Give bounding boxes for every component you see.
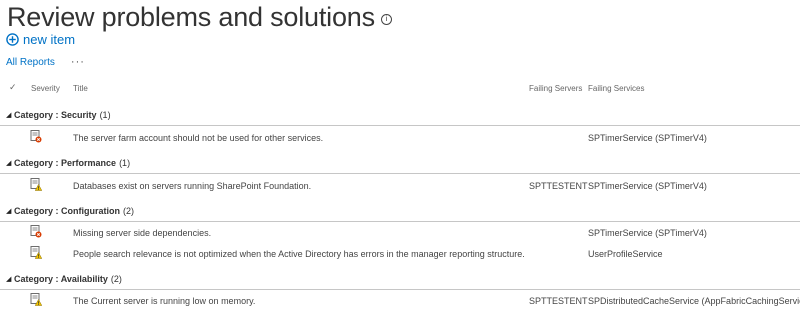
new-item-button[interactable]: new item xyxy=(6,32,75,47)
column-header-failing-servers[interactable]: Failing Servers xyxy=(529,84,582,93)
group-label: Category : Availability (2) xyxy=(14,274,122,284)
row-failing-servers: SPTTESTENT xyxy=(529,296,588,306)
group-label: Category : Configuration (2) xyxy=(14,206,135,216)
group-label: Category : Performance (1) xyxy=(14,158,131,168)
view-selector: All Reports ··· xyxy=(6,56,85,68)
page-title: Review problems and solutions i xyxy=(7,2,392,33)
list-header: ✓ Severity Title Failing Servers Failing… xyxy=(0,81,800,97)
select-all-checkbox[interactable]: ✓ xyxy=(9,82,17,93)
group-header-security[interactable]: ◢ Category : Security (1) xyxy=(0,108,800,126)
row-failing-servers: SPTTESTENT xyxy=(529,181,588,191)
collapse-triangle-icon[interactable]: ◢ xyxy=(6,275,11,283)
row-failing-services: SPDistributedCacheService (AppFabricCach… xyxy=(588,296,800,306)
list-row[interactable]: The server farm account should not be us… xyxy=(0,128,800,148)
row-title[interactable]: The server farm account should not be us… xyxy=(73,133,323,143)
list-row[interactable]: Missing server side dependencies. SPTime… xyxy=(0,223,800,243)
error-icon xyxy=(30,225,42,238)
warning-icon xyxy=(30,246,42,259)
list-row[interactable]: People search relevance is not optimized… xyxy=(0,244,800,264)
list-row[interactable]: The Current server is running low on mem… xyxy=(0,291,800,311)
more-options-icon[interactable]: ··· xyxy=(71,56,85,68)
row-failing-services: SPTimerService (SPTimerV4) xyxy=(588,181,707,191)
page-title-text: Review problems and solutions xyxy=(7,2,375,32)
plus-circle-icon xyxy=(6,33,19,46)
warning-icon xyxy=(30,178,42,191)
collapse-triangle-icon[interactable]: ◢ xyxy=(6,111,11,119)
group-label: Category : Security (1) xyxy=(14,110,111,120)
collapse-triangle-icon[interactable]: ◢ xyxy=(6,159,11,167)
row-title[interactable]: Missing server side dependencies. xyxy=(73,228,211,238)
error-icon xyxy=(30,130,42,143)
row-title[interactable]: Databases exist on servers running Share… xyxy=(73,181,311,191)
group-header-availability[interactable]: ◢ Category : Availability (2) xyxy=(0,272,800,290)
row-title[interactable]: The Current server is running low on mem… xyxy=(73,296,255,306)
row-failing-services: UserProfileService xyxy=(588,249,663,259)
new-item-label: new item xyxy=(23,32,76,47)
row-failing-services: SPTimerService (SPTimerV4) xyxy=(588,133,707,143)
row-title[interactable]: People search relevance is not optimized… xyxy=(73,249,525,259)
column-header-severity[interactable]: Severity xyxy=(31,84,60,93)
info-icon[interactable]: i xyxy=(380,14,392,25)
collapse-triangle-icon[interactable]: ◢ xyxy=(6,207,11,215)
group-header-configuration[interactable]: ◢ Category : Configuration (2) xyxy=(0,204,800,222)
column-header-title[interactable]: Title xyxy=(73,84,88,93)
group-header-performance[interactable]: ◢ Category : Performance (1) xyxy=(0,156,800,174)
view-all-reports[interactable]: All Reports xyxy=(6,57,55,68)
column-header-failing-services[interactable]: Failing Services xyxy=(588,84,644,93)
row-failing-services: SPTimerService (SPTimerV4) xyxy=(588,228,707,238)
list-row[interactable]: Databases exist on servers running Share… xyxy=(0,176,800,196)
